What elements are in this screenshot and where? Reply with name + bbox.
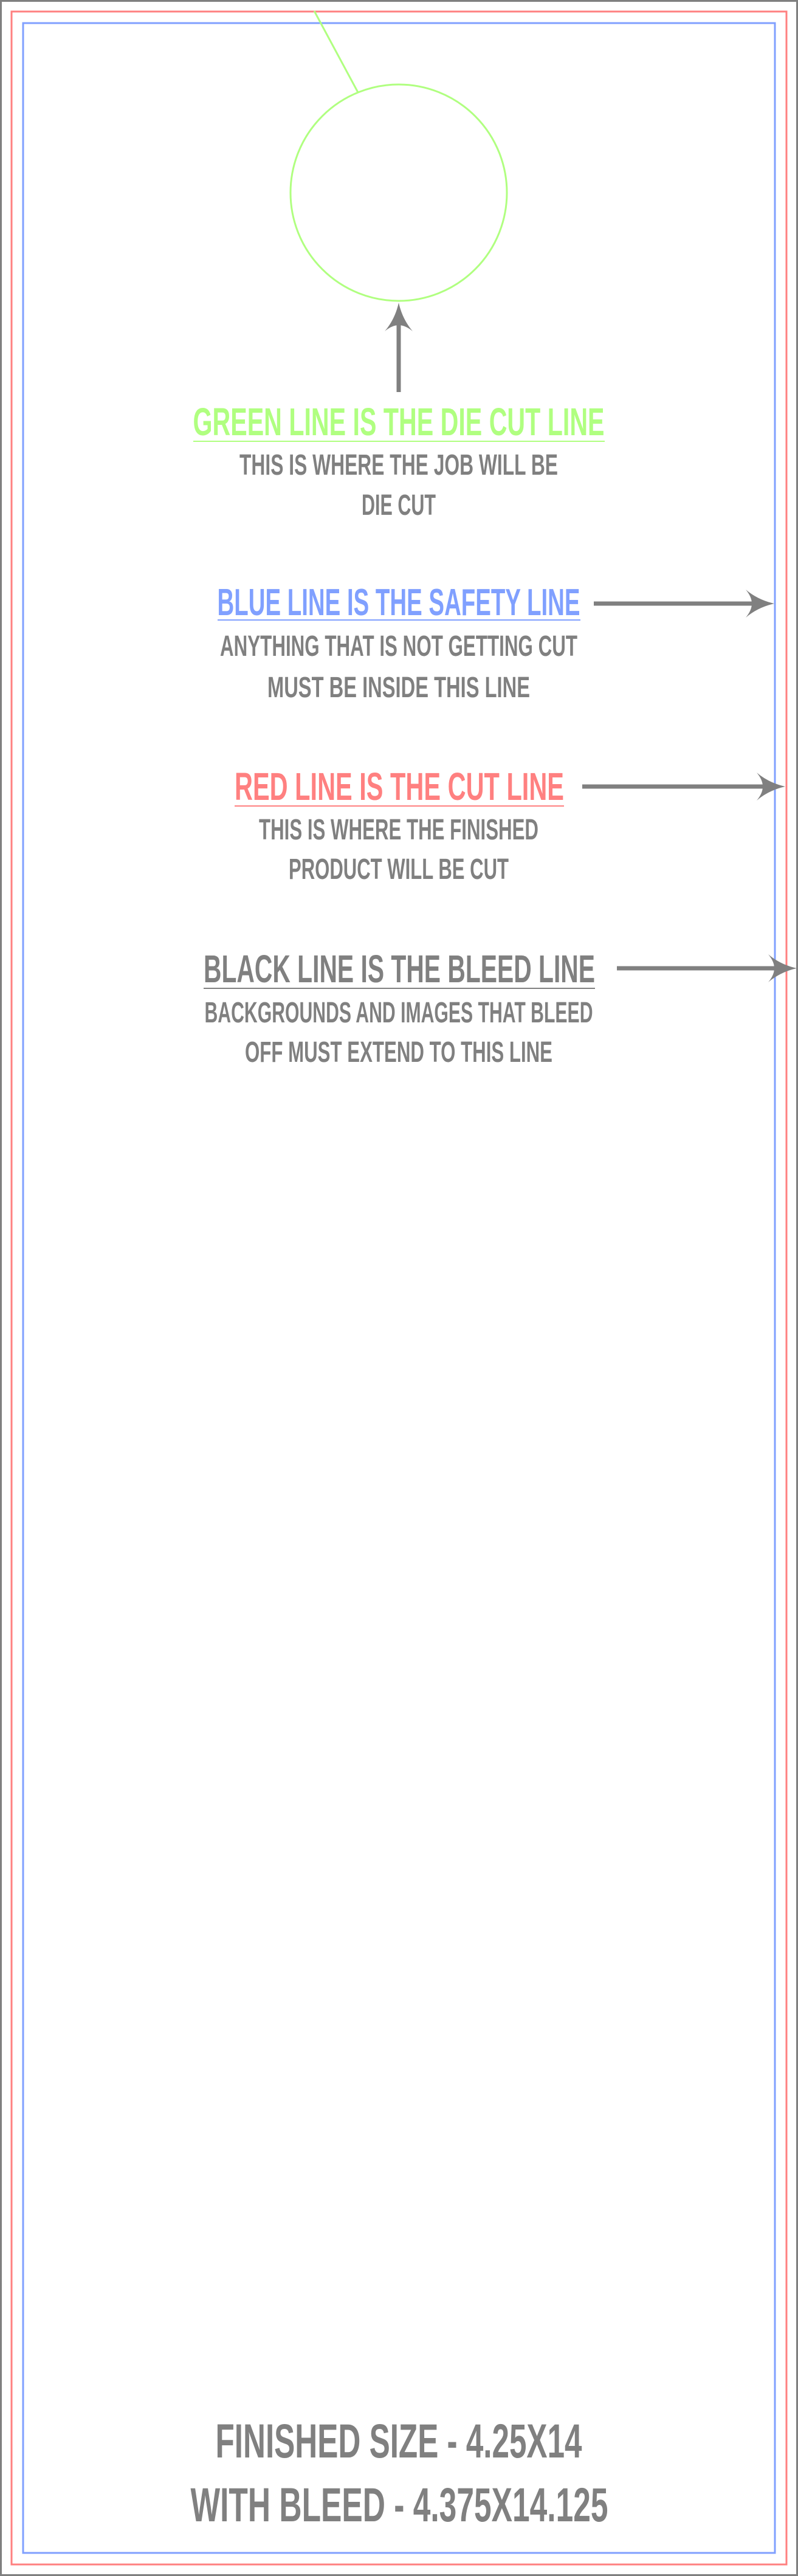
die-cut-desc-2: DIE CUT (362, 489, 436, 522)
arrow-right-icon (617, 954, 797, 982)
arrow-up-icon (385, 303, 413, 392)
arrow-right-icon (582, 773, 785, 801)
cut-desc-2: PRODUCT WILL BE CUT (289, 853, 509, 886)
safety-title: BLUE LINE IS THE SAFETY LINE (218, 582, 580, 624)
cut-line (10, 10, 788, 2566)
finished-size: FINISHED SIZE - 4.25X14 (216, 2414, 582, 2468)
bleed-title: BLACK LINE IS THE BLEED LINE (204, 947, 595, 991)
size-with-bleed: WITH BLEED - 4.375X14.125 (191, 2478, 608, 2532)
arrow-right-icon (594, 590, 774, 618)
bleed-desc-2: OFF MUST EXTEND TO THIS LINE (245, 1036, 552, 1069)
door-hanger-template: GREEN LINE IS THE DIE CUT LINE THIS IS W… (0, 0, 798, 2576)
die-cut-hole (289, 83, 508, 302)
cut-desc-1: THIS IS WHERE THE FINISHED (259, 814, 538, 846)
cut-title: RED LINE IS THE CUT LINE (235, 765, 564, 808)
safety-desc-1: ANYTHING THAT IS NOT GETTING CUT (220, 630, 577, 663)
bleed-desc-1: BACKGROUNDS AND IMAGES THAT BLEED (205, 997, 593, 1029)
safety-desc-2: MUST BE INSIDE THIS LINE (267, 672, 530, 704)
die-cut-desc-1: THIS IS WHERE THE JOB WILL BE (239, 449, 558, 481)
die-cut-title: GREEN LINE IS THE DIE CUT LINE (193, 400, 605, 444)
